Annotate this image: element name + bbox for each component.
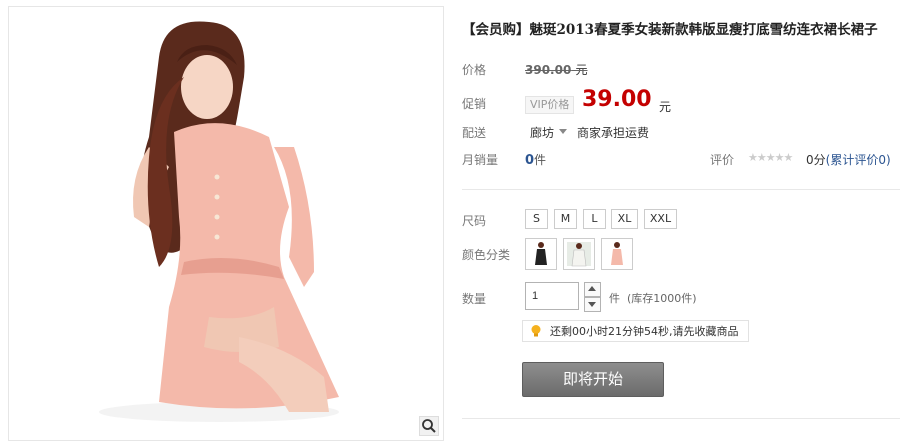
product-photo[interactable] bbox=[89, 17, 344, 422]
monthly-sales-value: 0件 bbox=[525, 153, 547, 168]
color-label: 颜色分类 bbox=[462, 248, 511, 262]
sales-row: 月销量 0件 评价 ★★★★★ 0分(累计评价0) bbox=[462, 151, 900, 168]
star-rating-icon: ★★★★★ bbox=[748, 151, 793, 164]
color-option-black[interactable] bbox=[525, 238, 557, 270]
zoom-icon[interactable] bbox=[419, 416, 439, 436]
shipping-label: 配送 bbox=[462, 126, 487, 140]
color-option-pink[interactable] bbox=[601, 238, 633, 270]
black-dress-swatch-icon bbox=[535, 242, 547, 265]
shipping-note: 商家承担运费 bbox=[577, 126, 650, 140]
promo-unit: 元 bbox=[659, 100, 672, 114]
promo-label: 促销 bbox=[462, 97, 487, 111]
quantity-label: 数量 bbox=[462, 292, 487, 306]
color-row: 颜色分类 bbox=[462, 238, 900, 270]
product-title: 【会员购】魅珽2013春夏季女装新款韩版显瘦打底雪纺连衣裙长裙子 bbox=[462, 22, 878, 38]
price-label: 价格 bbox=[462, 63, 487, 77]
size-option-xxl[interactable]: XXL bbox=[644, 209, 677, 229]
lightbulb-icon bbox=[531, 325, 541, 337]
size-option-l[interactable]: L bbox=[583, 209, 606, 229]
original-price: 390.00 元 bbox=[525, 63, 588, 77]
quantity-increase-button[interactable] bbox=[584, 282, 601, 297]
quantity-decrease-button[interactable] bbox=[584, 297, 601, 312]
divider bbox=[462, 418, 900, 419]
size-label: 尺码 bbox=[462, 214, 487, 228]
chevron-down-icon[interactable] bbox=[559, 129, 567, 134]
product-image-panel bbox=[8, 6, 444, 441]
shipping-row: 配送 廊坊 商家承担运费 bbox=[462, 124, 900, 141]
size-row: 尺码 S M L XL XXL bbox=[462, 209, 900, 229]
vip-price-tag: VIP价格 bbox=[525, 96, 575, 114]
white-dress-swatch-icon bbox=[567, 242, 591, 267]
monthly-sales-label: 月销量 bbox=[462, 153, 499, 167]
promo-price: 39.00 bbox=[582, 87, 652, 112]
size-option-s[interactable]: S bbox=[525, 209, 548, 229]
coming-soon-button[interactable]: 即将开始 bbox=[522, 362, 664, 397]
countdown-tip: 还剩00小时21分钟54秒,请先收藏商品 bbox=[522, 320, 749, 342]
stock-info: 件 (库存1000件) bbox=[609, 292, 697, 305]
arrow-up-icon bbox=[588, 286, 596, 291]
rating-score: 0分(累计评价0) bbox=[806, 153, 891, 167]
review-count-link[interactable]: (累计评价0) bbox=[826, 153, 891, 167]
quantity-row: 数量 件 (库存1000件) bbox=[462, 282, 900, 312]
divider bbox=[462, 189, 900, 190]
size-option-xl[interactable]: XL bbox=[611, 209, 638, 229]
quantity-input[interactable] bbox=[525, 282, 579, 310]
pink-dress-swatch-icon bbox=[611, 242, 623, 265]
price-row: 价格 390.00 元 bbox=[462, 61, 900, 78]
size-option-m[interactable]: M bbox=[554, 209, 577, 229]
shipping-location[interactable]: 廊坊 bbox=[530, 124, 554, 141]
color-option-white[interactable] bbox=[563, 238, 595, 270]
arrow-down-icon bbox=[588, 302, 596, 307]
countdown-text: 还剩00小时21分钟54秒,请先收藏商品 bbox=[550, 325, 739, 338]
product-info-panel: 【会员购】魅珽2013春夏季女装新款韩版显瘦打底雪纺连衣裙长裙子 价格 390.… bbox=[462, 0, 900, 443]
rating-label: 评价 bbox=[710, 153, 735, 167]
promo-row: 促销 VIP价格 39.00 元 bbox=[462, 87, 900, 114]
